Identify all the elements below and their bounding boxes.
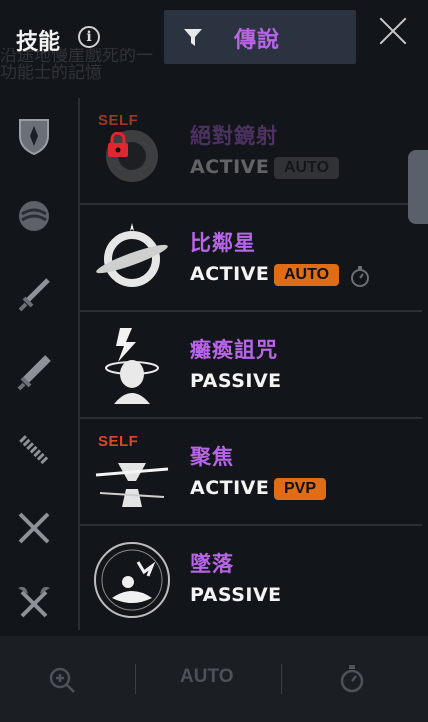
footer-divider: [281, 664, 282, 694]
orb-icon[interactable]: [14, 196, 54, 236]
skill-type: ACTIVE: [190, 477, 270, 499]
header: 技能 i 傳說: [0, 0, 428, 78]
skill-row[interactable]: SELF 聚焦 ACTIVE PVP: [80, 419, 422, 526]
auto-button[interactable]: AUTO: [180, 666, 233, 688]
footer-toolbar: AUTO: [0, 636, 428, 722]
ring-star-skill-icon: [96, 223, 168, 287]
skill-name: 比鄰星: [190, 231, 256, 255]
auto-badge: AUTO: [274, 157, 340, 179]
self-label: SELF: [98, 112, 139, 129]
page-title: 技能: [16, 30, 61, 55]
skill-list: 絕對鏡射 ACTIVE AUTO SELF 比鄰星 ACTIVE AUTO 癱瘓…: [80, 98, 422, 631]
skill-name: 絕對鏡射: [190, 124, 278, 148]
skill-type: PASSIVE: [190, 584, 282, 606]
self-label: SELF: [98, 433, 139, 450]
crossed-axes-icon[interactable]: [14, 582, 54, 622]
skill-type: ACTIVE: [190, 156, 270, 178]
filter-icon: [184, 29, 202, 46]
filter-label: 傳說: [234, 28, 281, 53]
paralysis-curse-skill-icon: [105, 328, 159, 404]
skill-row[interactable]: 絕對鏡射 ACTIVE AUTO SELF: [80, 98, 422, 205]
stopwatch-icon[interactable]: [339, 664, 365, 694]
zoom-in-icon[interactable]: [48, 666, 76, 694]
skill-type: PASSIVE: [190, 370, 282, 392]
auto-badge: AUTO: [274, 264, 340, 286]
skill-row[interactable]: 墜落 PASSIVE: [80, 526, 422, 631]
spiked-sword-icon[interactable]: [14, 430, 54, 470]
footer-divider: [135, 664, 136, 694]
lock-icon: [108, 132, 128, 157]
skill-name: 聚焦: [190, 445, 234, 469]
skill-row[interactable]: 癱瘓詛咒 PASSIVE: [80, 312, 422, 419]
close-icon[interactable]: [378, 16, 408, 46]
scroll-handle[interactable]: [408, 150, 428, 224]
skill-type: ACTIVE: [190, 263, 270, 285]
sword-icon[interactable]: [14, 274, 54, 314]
filter-button[interactable]: 傳說: [164, 10, 356, 64]
category-sidebar: [0, 98, 78, 618]
skill-name: 墜落: [190, 552, 234, 576]
info-icon[interactable]: i: [78, 26, 100, 48]
pvp-badge: PVP: [274, 478, 327, 500]
shield-icon[interactable]: [14, 116, 54, 156]
skill-name: 癱瘓詛咒: [190, 338, 278, 362]
crossed-swords-icon[interactable]: [14, 508, 54, 548]
skill-row[interactable]: 比鄰星 ACTIVE AUTO: [80, 205, 422, 312]
stopwatch-icon: [351, 266, 369, 287]
greatsword-icon[interactable]: [14, 352, 54, 392]
fall-skill-icon: [94, 542, 170, 618]
